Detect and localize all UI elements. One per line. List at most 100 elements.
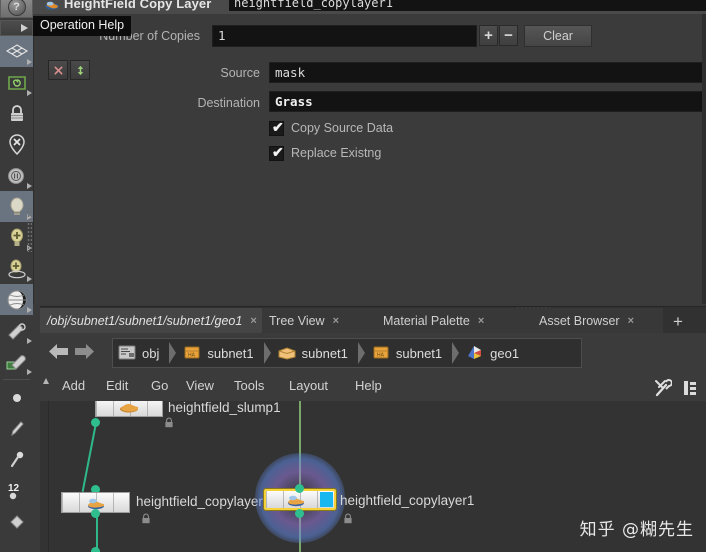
breadcrumb-bar: obj HA subnet1 subnet1 HA subnet1 geo1: [40, 333, 706, 373]
reorder-copy-button[interactable]: [70, 60, 90, 80]
parameter-pane-scrollbar[interactable]: [702, 14, 706, 304]
breadcrumb-label: obj: [142, 345, 160, 361]
node-heightfield-slump1[interactable]: [95, 401, 163, 417]
geometry-icon: [465, 344, 485, 362]
breadcrumb-item-geo1[interactable]: geo1: [465, 338, 521, 368]
breadcrumb-label: subnet1: [395, 345, 443, 361]
forward-button[interactable]: [73, 342, 95, 362]
tab-network-editor[interactable]: /obj/subnet1/subnet1/subnet1/geo1 ×: [40, 308, 262, 334]
destination-input[interactable]: Grass: [269, 91, 706, 112]
add-light-orbit-tool-button[interactable]: [0, 253, 33, 284]
lightbulb-plus-orbit-icon: [7, 259, 26, 278]
network-editor[interactable]: heightfield_slump1 heightfield_copylayer: [40, 401, 706, 552]
menu-help[interactable]: Help: [355, 378, 382, 397]
watermark: 知乎 @糊先生: [579, 520, 694, 540]
checkmark-icon: ✔: [272, 119, 284, 135]
menubar-grip[interactable]: [42, 377, 49, 397]
pane-expand-button[interactable]: [0, 20, 33, 36]
menu-edit[interactable]: Edit: [106, 378, 128, 397]
node-output-connector[interactable]: [91, 418, 100, 427]
paint-tool-button[interactable]: [0, 315, 33, 346]
close-icon[interactable]: ×: [478, 315, 484, 327]
copy-source-data-checkbox[interactable]: ✔: [269, 119, 284, 136]
delete-copy-button[interactable]: [48, 60, 68, 80]
node-input-connector[interactable]: [295, 509, 304, 518]
menu-view[interactable]: View: [186, 378, 214, 397]
parameter-pane: HeightField Copy Layer heightfield_copyl…: [0, 0, 706, 529]
svg-text:HA: HA: [188, 353, 196, 359]
decrement-button[interactable]: −: [499, 25, 518, 46]
number-tool-button[interactable]: 12: [0, 475, 33, 506]
handle-tool-button[interactable]: [0, 160, 33, 191]
source-input[interactable]: mask: [269, 62, 706, 83]
tools-wrench-button[interactable]: [648, 377, 676, 398]
pin-tool-button[interactable]: [0, 444, 33, 475]
checkmark-icon: ✔: [272, 144, 284, 160]
operation-help-button[interactable]: ?: [0, 0, 33, 18]
red-x-icon: [53, 65, 63, 75]
pin-icon: [10, 451, 23, 467]
node-output-connector[interactable]: [295, 484, 304, 493]
destination-label: Destination: [197, 96, 260, 110]
flyout-arrow-icon: [27, 59, 32, 65]
padlock-icon: [10, 104, 23, 121]
breadcrumb-item-subnet1-a[interactable]: HA subnet1: [182, 338, 255, 368]
node-label-copylayer1: heightfield_copylayer1: [340, 493, 475, 508]
toolbar-grip[interactable]: [27, 206, 32, 252]
select-tool-button[interactable]: [0, 36, 33, 67]
tab-label: Asset Browser: [539, 314, 620, 328]
menu-tools[interactable]: Tools: [234, 378, 264, 397]
svg-text:12: 12: [8, 483, 20, 494]
node-list-button[interactable]: [676, 377, 704, 398]
breadcrumb-separator-icon: [357, 342, 365, 364]
breadcrumb-item-subnet1-b[interactable]: subnet1: [277, 338, 350, 368]
no-pivot-tool-button[interactable]: [0, 129, 33, 160]
tab-asset-browser[interactable]: Asset Browser ×: [532, 308, 663, 334]
flyout-arrow-icon: [27, 276, 32, 282]
close-icon[interactable]: ×: [250, 315, 256, 327]
node-label-copylayer: heightfield_copylayer: [136, 494, 263, 509]
material-tool-button[interactable]: [0, 284, 33, 315]
display-flag[interactable]: [320, 492, 333, 507]
flyout-arrow-icon: [27, 307, 32, 313]
node-lock-icon: [344, 513, 352, 524]
tab-material-palette[interactable]: Material Palette ×: [376, 308, 532, 334]
viewport-toolbar: 12: [0, 36, 34, 529]
breadcrumb-item-obj[interactable]: obj: [117, 338, 161, 368]
lightbulb-icon: [10, 197, 23, 215]
brush-icon: [10, 420, 24, 436]
lock-tool-button[interactable]: [0, 98, 33, 129]
menu-layout[interactable]: Layout: [289, 378, 328, 397]
tab-tree-view[interactable]: Tree View ×: [262, 308, 376, 334]
replace-existing-checkbox[interactable]: ✔: [269, 144, 284, 161]
node-output-connector[interactable]: [91, 509, 100, 518]
close-icon[interactable]: ×: [333, 315, 339, 327]
question-mark-icon: ?: [7, 0, 26, 16]
flyout-arrow-icon: [27, 90, 32, 96]
subnet-box-icon: HA: [371, 344, 391, 362]
paint-layer-tool-button[interactable]: [0, 346, 33, 377]
houdini-window: HeightField Copy Layer heightfield_copyl…: [0, 0, 706, 552]
number-of-copies-input[interactable]: 1: [212, 25, 477, 47]
node-lock-icon: [165, 417, 173, 428]
point-tool-button[interactable]: [0, 382, 33, 413]
node-input-connector[interactable]: [91, 547, 100, 552]
menu-add[interactable]: Add: [62, 378, 85, 397]
close-icon[interactable]: ×: [628, 315, 634, 327]
add-tab-button[interactable]: +: [666, 308, 690, 334]
clear-button[interactable]: Clear: [524, 25, 592, 47]
flyout-arrow-icon: [27, 338, 32, 344]
increment-button[interactable]: +: [479, 25, 498, 46]
node-name-value: heightfield_copylayer1: [234, 0, 393, 10]
node-name-field[interactable]: heightfield_copylayer1: [229, 0, 706, 11]
back-button[interactable]: [48, 342, 70, 362]
menu-go[interactable]: Go: [151, 378, 168, 397]
flyout-arrow-icon: [27, 369, 32, 375]
breadcrumb-item-subnet1-c[interactable]: HA subnet1: [371, 338, 444, 368]
fill-tool-button[interactable]: [0, 506, 33, 537]
network-menu-bar: Add Edit Go View Tools Layout Help: [40, 374, 706, 402]
breadcrumb-label: geo1: [490, 345, 520, 361]
brush-tool-button[interactable]: [0, 413, 33, 444]
destination-value: Grass: [275, 94, 313, 109]
snap-tool-button[interactable]: [0, 67, 33, 98]
